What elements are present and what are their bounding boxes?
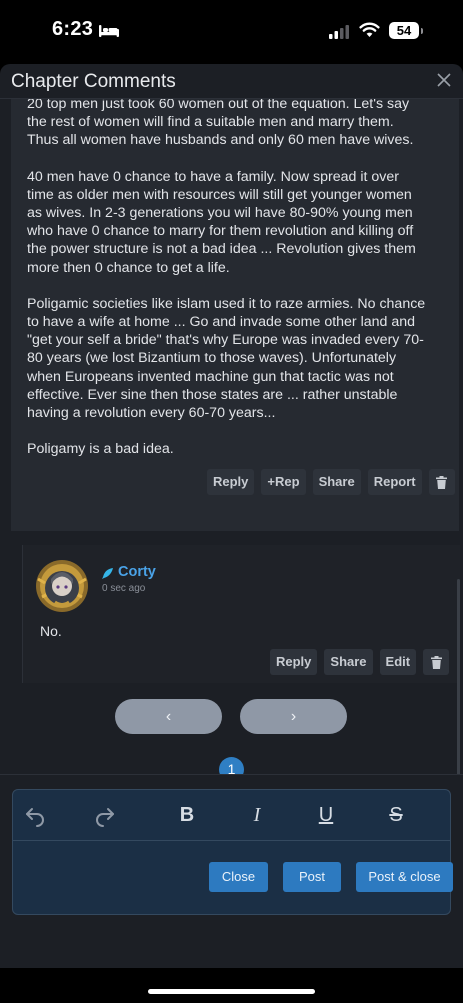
report-button[interactable]: Report bbox=[367, 469, 422, 495]
comment-paragraph: Poligamy is a bad idea. bbox=[27, 441, 174, 458]
divider bbox=[0, 774, 463, 775]
reply-actions: Reply Share Edit bbox=[270, 649, 450, 675]
chapter-comments-modal: Chapter Comments 20 top men just took 60… bbox=[0, 64, 463, 968]
comment-timestamp: 0 sec ago bbox=[102, 583, 146, 594]
editor-toolbar: B I U S bbox=[13, 790, 450, 841]
post-button[interactable]: Post bbox=[283, 862, 341, 892]
delete-button[interactable] bbox=[428, 469, 455, 495]
wifi-icon bbox=[359, 22, 380, 37]
comment-paragraph: 20 top men just took 60 women out of the… bbox=[27, 99, 414, 149]
battery-icon bbox=[421, 28, 423, 34]
share-button[interactable]: Share bbox=[312, 469, 361, 495]
undo-icon[interactable] bbox=[23, 803, 47, 827]
reply-button[interactable]: Reply bbox=[207, 469, 255, 495]
prev-page-button[interactable]: ‹ bbox=[115, 699, 222, 734]
parent-comment: 20 top men just took 60 women out of the… bbox=[11, 99, 459, 531]
underline-button[interactable]: U bbox=[314, 803, 338, 827]
battery-level: 54 bbox=[389, 22, 419, 39]
edit-button[interactable]: Edit bbox=[379, 649, 417, 675]
close-icon[interactable] bbox=[436, 72, 452, 88]
comment-paragraph: 40 men have 0 chance to have a family. N… bbox=[27, 168, 420, 276]
page-1-button[interactable]: 1 bbox=[219, 757, 244, 774]
trash-icon bbox=[436, 475, 448, 489]
pagination: ‹ › bbox=[0, 699, 463, 739]
reply-button[interactable]: Reply bbox=[270, 649, 318, 675]
close-button[interactable]: Close bbox=[209, 862, 268, 892]
comment-editor: B I U S bbox=[12, 789, 451, 915]
feather-badge-icon bbox=[102, 568, 113, 579]
user-avatar[interactable] bbox=[33, 557, 91, 615]
status-bar: 6:23 54 bbox=[0, 0, 463, 62]
status-time: 6:23 bbox=[52, 18, 94, 40]
next-page-button[interactable]: › bbox=[240, 699, 347, 734]
post-and-close-button[interactable]: Post & close bbox=[356, 862, 453, 892]
reply-body: No. bbox=[40, 623, 62, 639]
italic-button[interactable]: I bbox=[245, 803, 269, 827]
rep-button[interactable]: +Rep bbox=[261, 469, 306, 495]
modal-title: Chapter Comments bbox=[11, 71, 176, 92]
username[interactable]: Corty bbox=[118, 564, 156, 580]
modal-header: Chapter Comments bbox=[0, 64, 463, 99]
delete-button[interactable] bbox=[423, 649, 450, 675]
bold-button[interactable]: B bbox=[175, 803, 199, 827]
trash-icon bbox=[430, 655, 442, 669]
cellular-signal-icon bbox=[329, 25, 349, 39]
comment-body: 20 top men just took 60 women out of the… bbox=[27, 99, 427, 476]
comment-actions: Reply +Rep Share Report bbox=[207, 469, 455, 495]
sleep-focus-icon bbox=[99, 25, 119, 37]
comments-list[interactable]: 20 top men just took 60 women out of the… bbox=[0, 99, 463, 774]
strikethrough-button[interactable]: S bbox=[384, 803, 408, 827]
redo-icon[interactable] bbox=[93, 803, 117, 827]
home-indicator[interactable] bbox=[148, 989, 315, 994]
share-button[interactable]: Share bbox=[324, 649, 373, 675]
reply-comment: Corty 0 sec ago No. Reply Share Edit bbox=[22, 545, 460, 683]
scrollbar[interactable] bbox=[457, 579, 460, 774]
comment-paragraph: Poligamic societies like islam used it t… bbox=[27, 295, 430, 422]
